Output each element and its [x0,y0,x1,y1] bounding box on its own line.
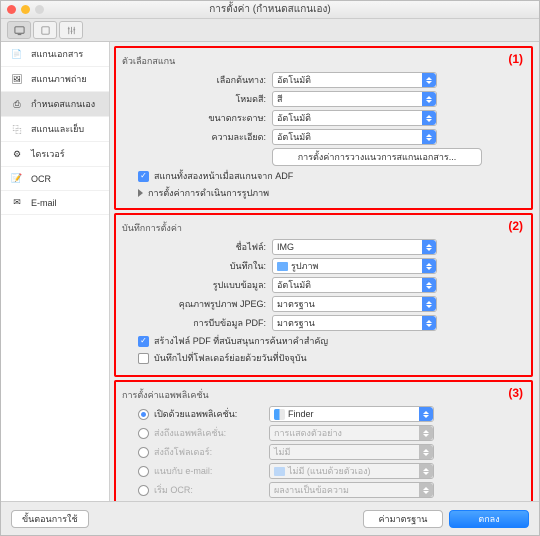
instructions-button[interactable]: ขั้นตอนการใช้ [11,510,89,528]
photo-icon: 🖼 [9,73,25,86]
driver-icon: ⚙ [9,148,25,161]
paper-label: ขนาดกระดาษ: [122,111,272,125]
toolbar-scan-from-computer-button[interactable] [7,21,31,39]
send-to-app-radio[interactable]: ส่งถึงแอพพลิเคชั่น:การแสดงตัวอย่าง [138,425,525,441]
sidebar-item-email[interactable]: ✉E-mail [1,191,109,215]
sidebar-item-custom[interactable]: ⎙กำหนดสแกนเอง [1,92,109,117]
start-ocr-radio[interactable]: เริ่ม OCR:ผลงานเป็นข้อความ [138,482,525,498]
triangle-right-icon [138,189,143,197]
format-label: รูปแบบข้อมูล: [122,278,272,292]
scan-options-heading: ตัวเลือกสแกน [122,54,525,68]
open-with-radio[interactable]: เปิดด้วยแอพพลิเคชั่น:Finder [138,406,525,422]
chevron-updown-icon [422,316,436,330]
image-processing-disclosure[interactable]: การตั้งค่าการดำเนินการรูปภาพ [138,186,525,200]
send-to-folder-radio[interactable]: ส่งถึงโฟลเดอร์:ไม่มี [138,444,525,460]
sidebar-item-document[interactable]: 📄สแกนเอกสาร [1,42,109,67]
scan-options-group: (1) ตัวเลือกสแกน เลือกต้นทาง:อัตโนมัติ โ… [114,46,533,210]
sidebar: 📄สแกนเอกสาร 🖼สแกนภาพถ่าย ⎙กำหนดสแกนเอง ⿻… [1,42,110,501]
pdf-compression-select[interactable]: มาตรฐาน [272,315,437,331]
chevron-updown-icon [419,445,433,459]
save-settings-heading: บันทึกการตั้งค่า [122,221,525,235]
chevron-updown-icon [422,130,436,144]
save-settings-group: (2) บันทึกการตั้งค่า ชื่อไฟล์:IMG บันทึก… [114,213,533,377]
send-to-folder-select: ไม่มี [269,444,434,460]
source-select[interactable]: อัตโนมัติ [272,72,437,88]
resolution-label: ความละเอียด: [122,130,272,144]
chevron-updown-icon [422,240,436,254]
content-area: (1) ตัวเลือกสแกน เลือกต้นทาง:อัตโนมัติ โ… [110,42,539,501]
chevron-updown-icon [422,259,436,273]
chevron-updown-icon [419,464,433,478]
footer: ขั้นตอนการใช้ ค่ามาตรฐาน ตกลง [1,501,539,535]
application-settings-group: (3) การตั้งค่าแอพพลิเคชั่น เปิดด้วยแอพพล… [114,380,533,501]
radio-off-icon [138,466,149,477]
chevron-updown-icon [422,73,436,87]
group-marker-2: (2) [508,219,523,233]
radio-off-icon [138,485,149,496]
format-select[interactable]: อัตโนมัติ [272,277,437,293]
finder-icon [274,409,285,420]
orientation-settings-button[interactable]: การตั้งค่าการวางแนวการสแกนเอกสาร... [272,148,482,166]
radio-on-icon [138,409,149,420]
attach-email-radio[interactable]: แนบกับ e-mail:ไม่มี (แนบด้วยตัวเอง) [138,463,525,479]
sidebar-item-ocr[interactable]: 📝OCR [1,167,109,191]
ocr-icon: 📝 [9,172,25,185]
toolbar-settings-button[interactable] [59,21,83,39]
colormode-select[interactable]: สี [272,91,437,107]
colormode-label: โหมดสี: [122,92,272,106]
chevron-updown-icon [422,111,436,125]
radio-off-icon [138,447,149,458]
toolbar-scan-from-panel-button[interactable] [33,21,57,39]
document-icon: 📄 [9,48,25,61]
application-settings-heading: การตั้งค่าแอพพลิเคชั่น [122,388,525,402]
savein-select[interactable]: รูปภาพ [272,258,437,274]
sidebar-item-stitch[interactable]: ⿻สแกนและเย็บ [1,117,109,142]
folder-icon [277,262,288,271]
send-to-app-select: การแสดงตัวอย่าง [269,425,434,441]
filename-label: ชื่อไฟล์: [122,240,272,254]
source-label: เลือกต้นทาง: [122,73,272,87]
adf-duplex-checkbox[interactable]: สแกนทั้งสองหน้าเมื่อสแกนจาก ADF [138,169,525,183]
resolution-select[interactable]: อัตโนมัติ [272,129,437,145]
checkbox-on-icon [138,336,149,347]
chevron-updown-icon [419,407,433,421]
email-icon: ✉ [9,196,25,209]
paper-select[interactable]: อัตโนมัติ [272,110,437,126]
group-marker-3: (3) [508,386,523,400]
filename-input[interactable]: IMG [272,239,437,255]
sidebar-item-driver[interactable]: ⚙ไดรเวอร์ [1,142,109,167]
window-title: การตั้งค่า (กำหนดสแกนเอง) [1,2,539,17]
chevron-updown-icon [422,92,436,106]
savein-label: บันทึกใน: [122,259,272,273]
toolbar [1,19,539,42]
attach-email-select: ไม่มี (แนบด้วยตัวเอง) [269,463,434,479]
group-marker-1: (1) [508,52,523,66]
pdf-label: การบีบข้อมูล PDF: [122,316,272,330]
ok-button[interactable]: ตกลง [449,510,529,528]
sidebar-item-photo[interactable]: 🖼สแกนภาพถ่าย [1,67,109,92]
custom-scan-icon: ⎙ [9,98,25,111]
folder-icon [274,467,285,476]
chevron-updown-icon [422,297,436,311]
checkbox-on-icon [138,171,149,182]
checkbox-off-icon [138,353,149,364]
jpeg-quality-select[interactable]: มาตรฐาน [272,296,437,312]
radio-off-icon [138,428,149,439]
open-with-select[interactable]: Finder [269,406,434,422]
titlebar: การตั้งค่า (กำหนดสแกนเอง) [1,1,539,19]
pdf-keyword-checkbox[interactable]: สร้างไฟล์ PDF ที่สนับสนุนการค้นหาคำสำคัญ [138,334,525,348]
chevron-updown-icon [419,483,433,497]
subfolder-checkbox[interactable]: บันทึกไปที่โฟลเดอร์ย่อยด้วยวันที่ปัจจุบั… [138,351,525,365]
defaults-button[interactable]: ค่ามาตรฐาน [363,510,443,528]
start-ocr-select: ผลงานเป็นข้อความ [269,482,434,498]
chevron-updown-icon [422,278,436,292]
stitch-icon: ⿻ [9,123,25,136]
jpeg-label: คุณภาพรูปภาพ JPEG: [122,297,272,311]
chevron-updown-icon [419,426,433,440]
